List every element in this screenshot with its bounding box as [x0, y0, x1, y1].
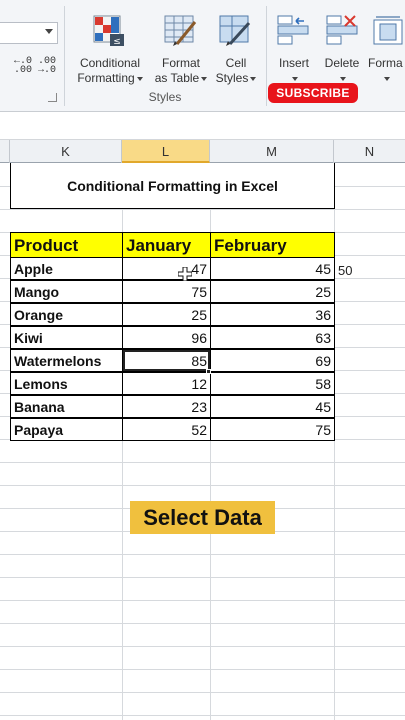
cell-styles-button[interactable]: Cell Styles [212, 56, 260, 86]
number-dialog-launcher-icon[interactable] [48, 93, 57, 102]
cell-product[interactable]: Banana [10, 395, 123, 418]
conditional-formatting-label-1: Conditional [79, 56, 141, 70]
cell-january[interactable]: 96 [122, 326, 211, 349]
group-separator [64, 6, 65, 106]
increase-decimal-line2: .00 [14, 65, 33, 76]
format-label: Forma [368, 56, 403, 70]
insert-button[interactable]: Insert [272, 56, 316, 86]
cell-january[interactable]: 12 [122, 372, 211, 395]
grid-hline [0, 646, 405, 647]
cell-styles-label-2: Styles [215, 71, 249, 85]
grid-hline [0, 209, 405, 210]
cell-product[interactable]: Lemons [10, 372, 123, 395]
cell-january[interactable]: 25 [122, 303, 211, 326]
conditional-formatting-button[interactable]: Conditional Formatting [72, 56, 148, 86]
caret-down-icon [201, 76, 208, 81]
number-format-dropdown[interactable] [0, 22, 58, 44]
sheet-title[interactable]: Conditional Formatting in Excel [10, 163, 335, 209]
column-headers: K L M N [0, 140, 405, 163]
increase-decimal-button[interactable]: ←.0 .00 [14, 57, 33, 76]
formula-bar-gap [0, 112, 405, 140]
cell-january[interactable]: 23 [122, 395, 211, 418]
cell-february[interactable]: 69 [210, 349, 335, 372]
column-header-k[interactable]: K [10, 140, 122, 163]
cell-january[interactable]: 47 [122, 257, 211, 280]
cell-february[interactable]: 45 [210, 257, 335, 280]
stray-cell-n[interactable]: 50 [338, 263, 352, 278]
caret-down-icon [384, 76, 390, 81]
worksheet-grid[interactable]: Conditional Formatting in Excel Product … [0, 163, 405, 720]
ribbon: ←.0 .00 .00 →.0 ≤ Conditional Formatting… [0, 0, 405, 112]
grid-hline [0, 554, 405, 555]
cell-february[interactable]: 75 [210, 418, 335, 441]
cell-february[interactable]: 45 [210, 395, 335, 418]
cell-february[interactable]: 58 [210, 372, 335, 395]
fill-handle[interactable] [206, 369, 211, 374]
grid-hline [0, 623, 405, 624]
column-header-n[interactable]: N [334, 140, 405, 163]
format-as-table-icon [164, 15, 197, 46]
caret-down-icon [250, 76, 257, 81]
delete-label: Delete [324, 56, 360, 70]
format-as-table-label-1: Format [161, 56, 200, 70]
caret-down-icon [292, 76, 298, 81]
caret-down-icon [340, 76, 346, 81]
decrease-decimal-button[interactable]: .00 →.0 [38, 57, 57, 76]
delete-button[interactable]: Delete [320, 56, 364, 86]
column-header-l[interactable]: L [122, 140, 210, 163]
chevron-down-icon [45, 29, 53, 34]
header-product[interactable]: Product [10, 232, 123, 258]
decrease-decimal-line2: →.0 [38, 65, 57, 76]
cell-product[interactable]: Papaya [10, 418, 123, 441]
cell-february[interactable]: 36 [210, 303, 335, 326]
header-february[interactable]: February [210, 232, 335, 258]
subscribe-button[interactable]: SUBSCRIBE [268, 83, 358, 103]
grid-hline [0, 669, 405, 670]
cell-product[interactable]: Kiwi [10, 326, 123, 349]
caption-overlay: Select Data [130, 501, 275, 534]
grid-hline [0, 715, 405, 716]
column-header-m[interactable]: M [210, 140, 334, 163]
grid-hline [0, 600, 405, 601]
cell-product[interactable]: Apple [10, 257, 123, 280]
insert-cells-icon [277, 15, 309, 45]
format-button[interactable]: Forma [368, 56, 405, 86]
grid-hline [0, 462, 405, 463]
cell-february[interactable]: 25 [210, 280, 335, 303]
conditional-formatting-icon: ≤ [93, 15, 124, 47]
styles-group-label: Styles [148, 90, 182, 104]
group-separator [266, 6, 267, 106]
cell-product[interactable]: Watermelons [10, 349, 123, 372]
format-as-table-button[interactable]: Format as Table [150, 56, 212, 86]
cell-february[interactable]: 63 [210, 326, 335, 349]
cell-styles-label-1: Cell [225, 56, 247, 70]
cell-january[interactable]: 75 [122, 280, 211, 303]
delete-cells-icon [326, 15, 358, 45]
insert-label: Insert [278, 56, 309, 70]
grid-hline [0, 485, 405, 486]
grid-hline [0, 577, 405, 578]
format-as-table-label-2: as Table [154, 71, 200, 85]
cell-january[interactable]: 85 [122, 349, 211, 372]
format-cells-icon [373, 16, 403, 45]
header-january[interactable]: January [122, 232, 211, 258]
conditional-formatting-label-2: Formatting [77, 71, 135, 85]
cell-january[interactable]: 52 [122, 418, 211, 441]
cell-product[interactable]: Mango [10, 280, 123, 303]
cell-styles-icon [219, 15, 251, 46]
grid-hline [0, 692, 405, 693]
svg-text:≤: ≤ [113, 37, 121, 47]
cell-select-cursor-icon [178, 267, 192, 281]
cell-product[interactable]: Orange [10, 303, 123, 326]
column-header-j[interactable] [0, 140, 10, 163]
caret-down-icon [136, 76, 143, 81]
